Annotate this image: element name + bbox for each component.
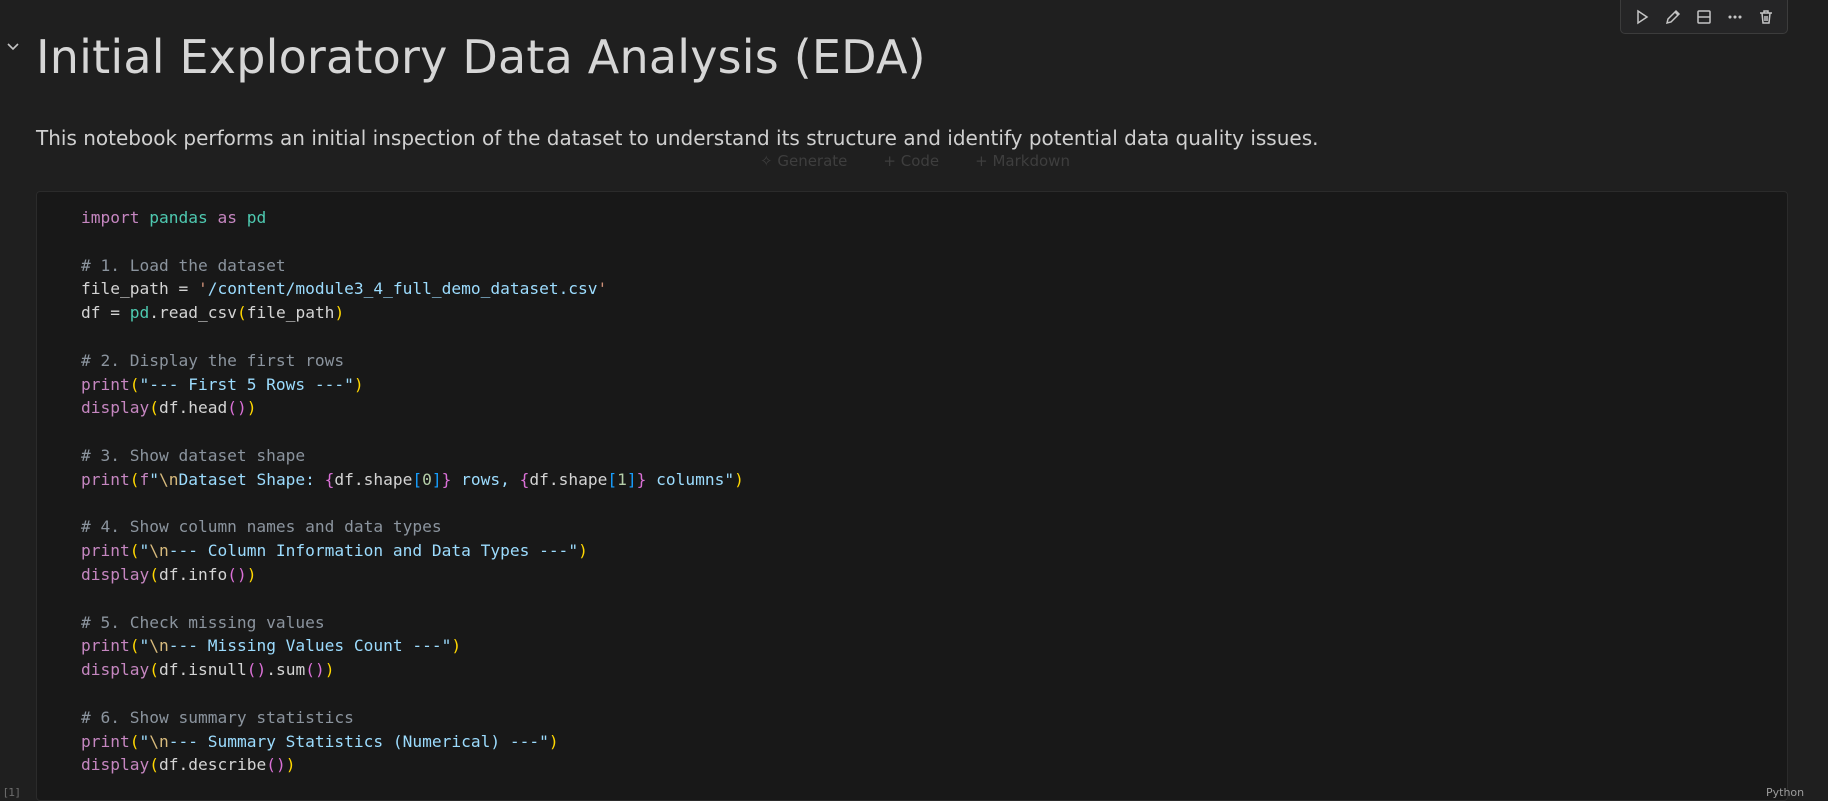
code-line: df = pd.read_csv(file_path) bbox=[81, 303, 345, 323]
code-line: import pandas as pd bbox=[81, 208, 267, 227]
code-line: ​ bbox=[81, 420, 744, 444]
cell-toolbar bbox=[1620, 0, 1788, 34]
code-line: ​ bbox=[81, 682, 744, 706]
code-line: ​ bbox=[81, 325, 744, 349]
generate-button[interactable]: ✧ Generate bbox=[760, 152, 847, 170]
code-line: print("\n--- Summary Statistics (Numeric… bbox=[81, 731, 559, 751]
code-line: display(df.describe()) bbox=[81, 755, 296, 775]
code-line: ​ bbox=[81, 230, 744, 254]
code-line: # 6. Show summary statistics bbox=[81, 707, 354, 727]
code-line: print("--- First 5 Rows ---") bbox=[81, 374, 364, 394]
code-line: print(f"\nDataset Shape: {df.shape[0]} r… bbox=[81, 469, 744, 489]
code-line: ​ bbox=[81, 492, 744, 516]
edit-icon[interactable] bbox=[1660, 4, 1686, 30]
code-line: display(df.info()) bbox=[81, 564, 257, 584]
split-cell-icon[interactable] bbox=[1691, 4, 1717, 30]
code-cell[interactable]: import pandas as pd​# 1. Load the datase… bbox=[36, 191, 1788, 801]
add-markdown-button[interactable]: + Markdown bbox=[975, 152, 1070, 170]
code-line: ​ bbox=[81, 587, 744, 611]
code-line: # 2. Display the first rows bbox=[81, 350, 345, 370]
more-icon[interactable] bbox=[1722, 4, 1748, 30]
code-line: print("\n--- Column Information and Data… bbox=[81, 541, 588, 561]
code-line: file_path = '/content/module3_4_full_dem… bbox=[81, 279, 608, 299]
delete-icon[interactable] bbox=[1753, 4, 1779, 30]
chevron-down-icon[interactable] bbox=[5, 38, 21, 54]
code-line: # 1. Load the dataset bbox=[81, 255, 286, 275]
page-title: Initial Exploratory Data Analysis (EDA) bbox=[36, 30, 926, 84]
insert-cell-bar: ✧ Generate + Code + Markdown bbox=[760, 152, 1070, 170]
code-editor[interactable]: import pandas as pd​# 1. Load the datase… bbox=[81, 206, 744, 777]
code-line: display(df.head()) bbox=[81, 398, 257, 418]
code-line: print("\n--- Missing Values Count ---") bbox=[81, 636, 462, 656]
code-line: # 5. Check missing values bbox=[81, 612, 325, 632]
run-icon[interactable] bbox=[1629, 4, 1655, 30]
code-line: display(df.isnull().sum()) bbox=[81, 660, 335, 680]
add-code-button[interactable]: + Code bbox=[883, 152, 939, 170]
markdown-description: This notebook performs an initial inspec… bbox=[36, 126, 1319, 150]
code-line: # 4. Show column names and data types bbox=[81, 517, 442, 537]
code-line: # 3. Show dataset shape bbox=[81, 445, 306, 465]
